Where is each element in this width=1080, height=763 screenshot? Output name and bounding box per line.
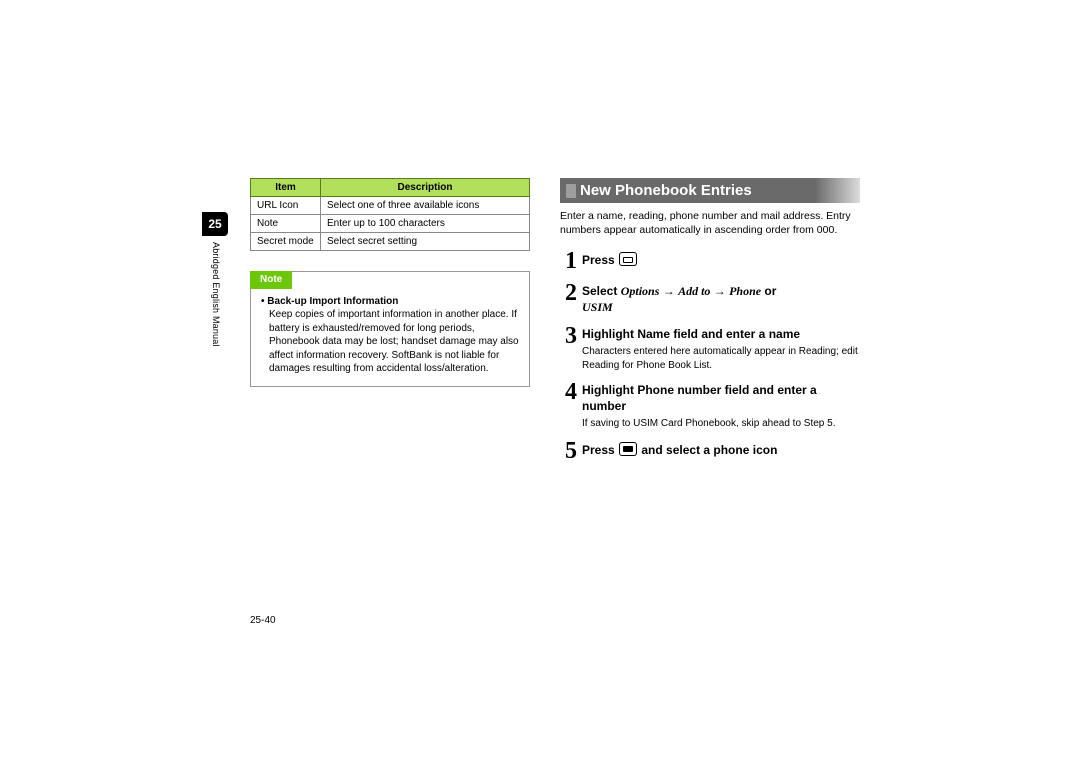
cell-desc: Select one of three available icons	[321, 197, 530, 215]
left-column: Item Description URL Icon Select one of …	[250, 178, 530, 387]
cell-desc: Enter up to 100 characters	[321, 215, 530, 233]
step-text: and select a phone icon	[638, 443, 777, 457]
right-column: New Phonebook Entries Enter a name, read…	[560, 178, 860, 471]
table-row: Note Enter up to 100 characters	[251, 215, 530, 233]
note-bullet-title: Back-up Import Information	[261, 295, 519, 309]
center-key-icon	[619, 442, 637, 456]
step-number: 5	[560, 439, 582, 463]
side-label: Abridged English Manual	[211, 242, 221, 347]
step-head: Select Options → Add to → Phone or USIM	[582, 284, 860, 315]
step-head: Press	[582, 252, 860, 269]
step-text: Press	[582, 253, 618, 267]
th-desc: Description	[321, 179, 530, 197]
step-text: or	[761, 284, 776, 298]
step-number: 1	[560, 249, 582, 273]
step-number: 3	[560, 324, 582, 348]
arrow-icon: →	[710, 284, 729, 298]
menu-option: Phone	[729, 284, 761, 298]
th-item: Item	[251, 179, 321, 197]
step-head: Press and select a phone icon	[582, 442, 860, 459]
step-text: Press	[582, 443, 618, 457]
note-body-text: Keep copies of important information in …	[269, 308, 519, 376]
step-text: Select	[582, 284, 621, 298]
nav-key-icon	[619, 252, 637, 266]
arrow-icon: →	[659, 284, 678, 298]
cell-desc: Select secret setting	[321, 233, 530, 251]
chapter-tab: 25	[202, 212, 228, 236]
step-sub: If saving to USIM Card Phonebook, skip a…	[582, 417, 860, 431]
menu-option: USIM	[582, 300, 613, 314]
step-1: 1 Press	[560, 249, 860, 273]
cell-item: URL Icon	[251, 197, 321, 215]
step-number: 4	[560, 380, 582, 404]
menu-option: Add to	[678, 284, 710, 298]
section-header: New Phonebook Entries	[560, 178, 860, 203]
step-2: 2 Select Options → Add to → Phone or USI…	[560, 281, 860, 315]
note-label: Note	[250, 271, 292, 289]
manual-page: 25 Abridged English Manual Item Descript…	[202, 170, 878, 626]
step-number: 2	[560, 281, 582, 305]
step-3: 3 Highlight Name field and enter a name …	[560, 324, 860, 373]
step-5: 5 Press and select a phone icon	[560, 439, 860, 463]
step-head: Highlight Phone number field and enter a…	[582, 383, 860, 414]
cell-item: Note	[251, 215, 321, 233]
table-row: Secret mode Select secret setting	[251, 233, 530, 251]
step-4: 4 Highlight Phone number field and enter…	[560, 380, 860, 431]
table-row: URL Icon Select one of three available i…	[251, 197, 530, 215]
cell-item: Secret mode	[251, 233, 321, 251]
step-sub: Characters entered here automatically ap…	[582, 345, 860, 372]
page-number: 25-40	[250, 615, 276, 626]
spec-table: Item Description URL Icon Select one of …	[250, 178, 530, 251]
section-intro: Enter a name, reading, phone number and …	[560, 209, 860, 237]
step-head: Highlight Name field and enter a name	[582, 327, 860, 343]
note-box: Note Back-up Import Information Keep cop…	[250, 271, 530, 387]
menu-option: Options	[621, 284, 660, 298]
